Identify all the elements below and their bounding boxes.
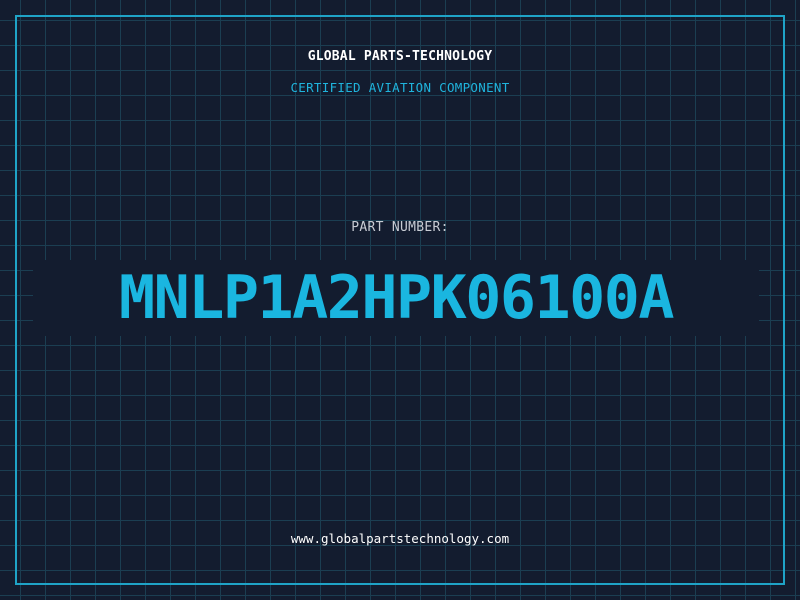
part-number-label: PART NUMBER: xyxy=(351,220,449,235)
part-label-card: GLOBAL PARTS-TECHNOLOGY CERTIFIED AVIATI… xyxy=(0,0,800,600)
certification-subtitle: CERTIFIED AVIATION COMPONENT xyxy=(290,80,510,95)
website-url: www.globalpartstechnology.com xyxy=(290,531,510,546)
company-name: GLOBAL PARTS-TECHNOLOGY xyxy=(307,49,493,64)
part-number-value: MNLP1A2HPK06100A xyxy=(119,263,674,333)
part-number-panel: MNLP1A2HPK06100A xyxy=(33,260,759,336)
